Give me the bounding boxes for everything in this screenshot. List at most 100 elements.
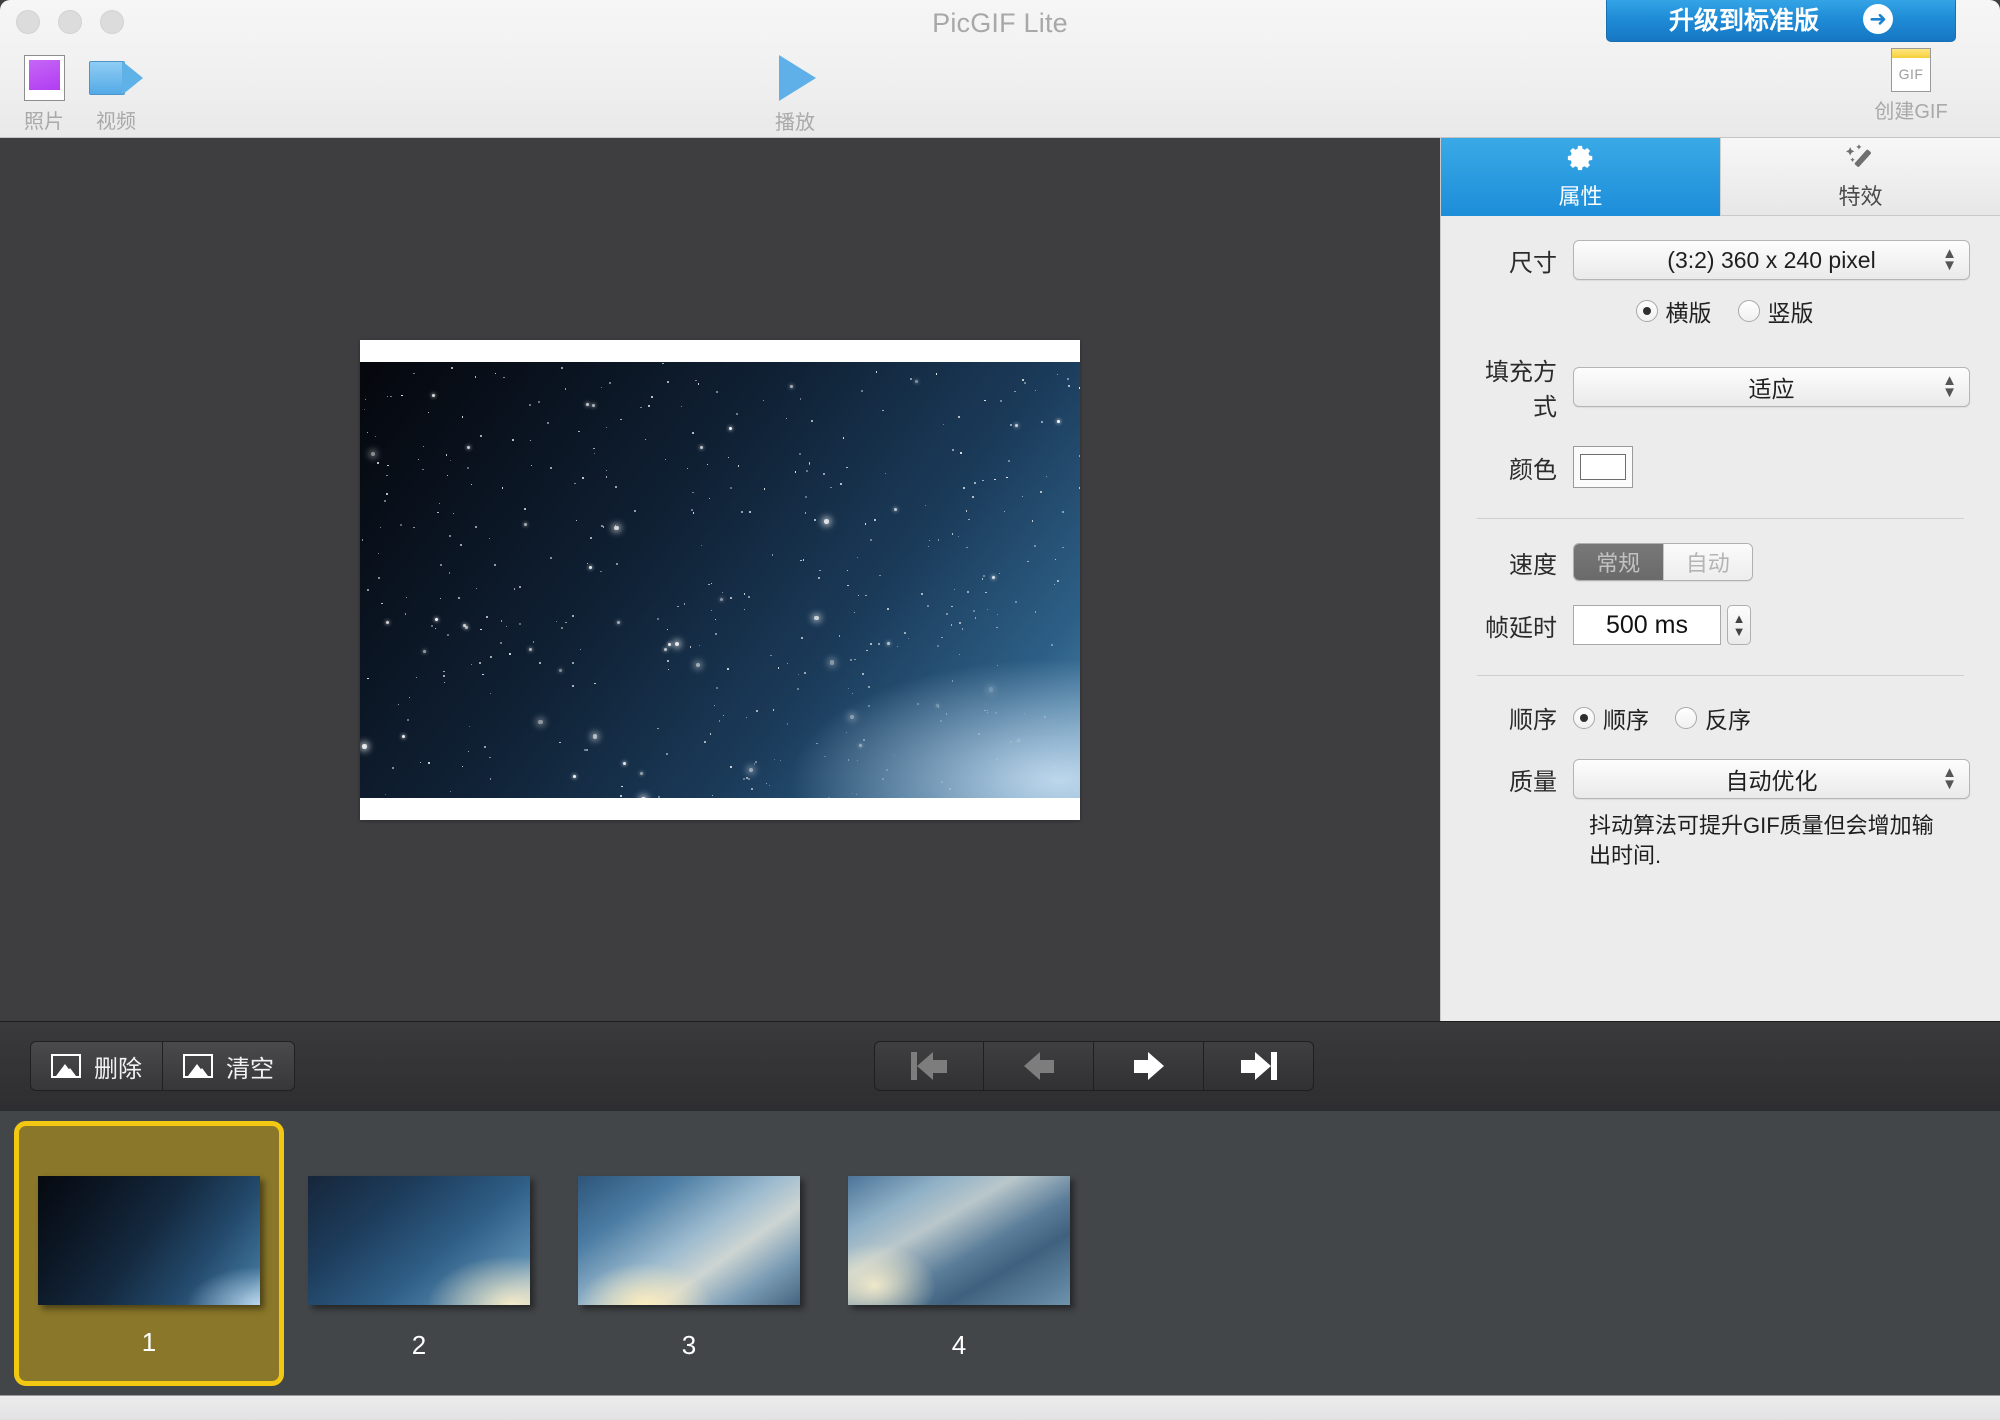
- tab-properties-label: 属性: [1558, 183, 1603, 209]
- frame-thumbnail[interactable]: 2: [284, 1121, 554, 1386]
- frame-navigation: [874, 1041, 1314, 1091]
- order-radios: 顺序 反序: [1573, 701, 1970, 735]
- orientation-portrait[interactable]: 竖版: [1737, 294, 1814, 328]
- clear-frames-button[interactable]: 清空: [163, 1041, 295, 1091]
- gear-icon: [1566, 143, 1596, 178]
- order-reverse-label: 反序: [1705, 706, 1751, 733]
- radio-dot-icon: [1573, 706, 1595, 729]
- delete-frame-label: 删除: [94, 1055, 142, 1083]
- frame-thumbnail-image: [848, 1176, 1070, 1305]
- size-select[interactable]: (3:2) 360 x 240 pixel ▲ ▼: [1573, 240, 1970, 280]
- frame-delay-row: 帧延时 500 ms ▲ ▼: [1471, 605, 1970, 645]
- panel-body: 尺寸 (3:2) 360 x 240 pixel ▲ ▼ 横版 竖版 填充方式 …: [1441, 240, 2000, 870]
- play-button[interactable]: 播放: [745, 52, 845, 135]
- color-row: 颜色: [1471, 446, 1970, 488]
- speed-row: 速度 常规 自动: [1471, 543, 1970, 581]
- speed-option-normal[interactable]: 常规: [1574, 544, 1663, 580]
- video-camera-icon: [89, 52, 143, 104]
- orientation-radios: 横版 竖版: [1471, 294, 1970, 328]
- add-video-button[interactable]: 视频: [80, 52, 152, 134]
- order-forward[interactable]: 顺序: [1573, 701, 1649, 735]
- color-swatch: [1580, 454, 1626, 480]
- chevron-updown-icon: ▲ ▼: [1942, 763, 1957, 793]
- settings-panel: 属性 特效 尺寸 (3:2) 360 x 240 pixel ▲ ▼ 横版 竖版…: [1440, 138, 2000, 1021]
- frame-thumbnail[interactable]: 1: [14, 1121, 284, 1386]
- play-label: 播放: [775, 112, 815, 134]
- delete-frame-button[interactable]: 删除: [30, 1041, 163, 1091]
- frame-thumbnail[interactable]: 3: [554, 1121, 824, 1386]
- skip-back-icon: [911, 1052, 947, 1080]
- image-icon: [51, 1054, 81, 1078]
- arrow-right-circle-icon: ➜: [1863, 4, 1893, 34]
- order-row: 顺序 顺序 反序: [1471, 700, 1970, 735]
- image-icon: [183, 1054, 213, 1078]
- magic-wand-icon: [1845, 143, 1877, 178]
- status-bar: [0, 1395, 2000, 1420]
- first-frame-button[interactable]: [874, 1041, 984, 1091]
- frame-thumbnail-image: [38, 1176, 260, 1305]
- fill-select[interactable]: 适应 ▲ ▼: [1573, 367, 1970, 407]
- frame-delay-input[interactable]: 500 ms: [1573, 605, 1721, 645]
- frame-thumbnail-strip[interactable]: 1 2 3 4: [0, 1110, 2000, 1395]
- frame-number: 2: [411, 1330, 427, 1360]
- divider-2: [1477, 675, 1964, 676]
- last-frame-button[interactable]: [1204, 1041, 1314, 1091]
- frame-thumbnail-image: [578, 1176, 800, 1305]
- tab-effects[interactable]: 特效: [1720, 138, 2000, 216]
- chevron-updown-icon: ▲ ▼: [1942, 371, 1957, 401]
- fill-row: 填充方式 适应 ▲ ▼: [1471, 352, 1970, 422]
- speed-segmented-control: 常规 自动: [1573, 543, 1753, 581]
- orientation-landscape-label: 横版: [1665, 300, 1712, 326]
- previous-frame-button[interactable]: [984, 1041, 1094, 1091]
- frame-edit-buttons: 删除 清空: [30, 1041, 295, 1091]
- orientation-landscape[interactable]: 横版: [1635, 294, 1712, 328]
- next-frame-button[interactable]: [1094, 1041, 1204, 1091]
- quality-hint: 抖动算法可提升GIF质量但会增加输出时间.: [1589, 813, 1934, 868]
- color-label: 颜色: [1509, 456, 1557, 484]
- create-gif-label: 创建GIF: [1874, 101, 1948, 123]
- gif-file-icon: GIF: [1891, 48, 1931, 92]
- radio-dot-icon: [1635, 300, 1658, 322]
- size-row: 尺寸 (3:2) 360 x 240 pixel ▲ ▼: [1471, 240, 1970, 280]
- frame-delay-stepper[interactable]: ▲ ▼: [1727, 605, 1751, 645]
- fill-value: 适应: [1748, 376, 1795, 402]
- frame-delay-label: 帧延时: [1485, 614, 1557, 642]
- picgif-window: PicGIF Lite 照片 视频 播放 升级到标准版 ➜ GIF 创建GIF …: [0, 0, 2000, 1420]
- order-reverse[interactable]: 反序: [1675, 701, 1751, 735]
- frame-thumbnail[interactable]: 4: [824, 1121, 1094, 1386]
- frame-number: 3: [681, 1330, 697, 1360]
- media-source-tools: 照片 视频: [8, 52, 152, 134]
- size-label: 尺寸: [1509, 249, 1557, 277]
- fill-label: 填充方式: [1485, 359, 1557, 421]
- order-label: 顺序: [1509, 707, 1557, 734]
- radio-dot-icon: [1737, 300, 1760, 322]
- preview-canvas[interactable]: [0, 138, 1440, 1021]
- tab-properties[interactable]: 属性: [1441, 138, 1720, 216]
- create-gif-button[interactable]: GIF 创建GIF: [1856, 48, 1966, 124]
- arrow-right-icon: [1133, 1052, 1164, 1080]
- skip-forward-icon: [1240, 1052, 1277, 1080]
- color-swatch-button[interactable]: [1573, 446, 1633, 488]
- clear-frames-label: 清空: [226, 1055, 274, 1083]
- frame-number: 4: [951, 1330, 967, 1360]
- speed-option-auto[interactable]: 自动: [1662, 544, 1752, 580]
- preview-image: [360, 362, 1080, 798]
- frame-toolbar: 删除 清空: [0, 1021, 2000, 1110]
- divider-1: [1477, 518, 1964, 519]
- quality-label: 质量: [1509, 768, 1557, 796]
- starfield: [360, 362, 1080, 798]
- panel-tabs: 属性 特效: [1441, 138, 2000, 216]
- title-bar: PicGIF Lite 照片 视频 播放 升级到标准版 ➜ GIF 创建GIF: [0, 0, 2000, 138]
- quality-value: 自动优化: [1725, 768, 1818, 794]
- speed-label: 速度: [1509, 551, 1557, 579]
- upgrade-button[interactable]: 升级到标准版 ➜: [1606, 0, 1956, 42]
- add-photo-label: 照片: [24, 111, 64, 133]
- quality-row: 质量 自动优化 ▲ ▼: [1471, 759, 1970, 799]
- add-photo-button[interactable]: 照片: [8, 52, 80, 134]
- gif-badge-label: GIF: [1898, 66, 1924, 82]
- quality-select[interactable]: 自动优化 ▲ ▼: [1573, 759, 1970, 799]
- radio-dot-icon: [1675, 706, 1697, 729]
- preview-frame: [360, 340, 1080, 820]
- photo-icon: [23, 52, 65, 104]
- frame-thumbnail-image: [308, 1176, 530, 1305]
